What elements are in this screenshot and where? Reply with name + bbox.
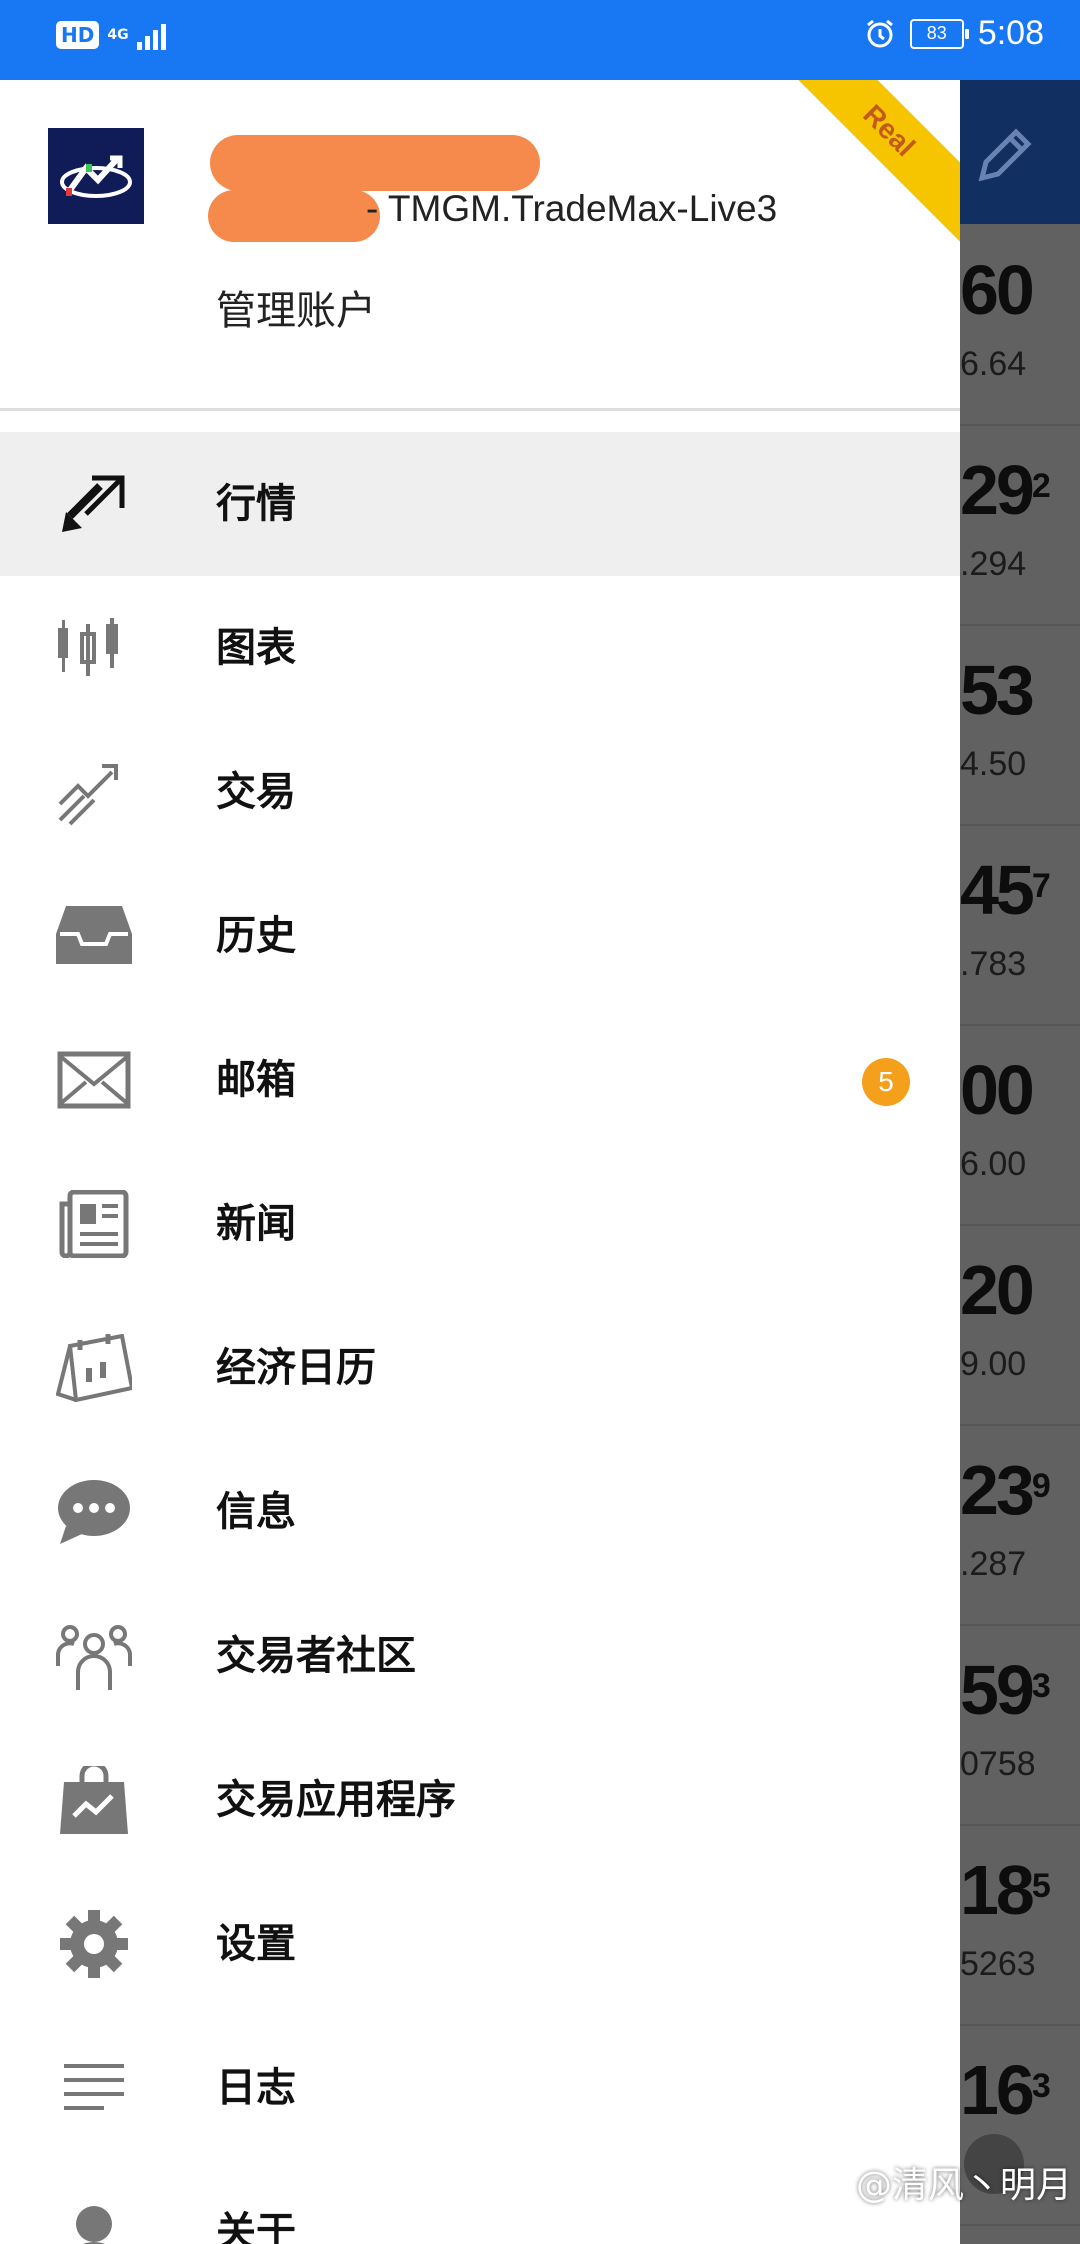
redacted-account-name — [210, 135, 540, 191]
menu-item-label: 交易者社区 — [216, 1633, 416, 1679]
alarm-icon — [866, 19, 893, 47]
community-icon — [56, 1622, 132, 1690]
status-right: 83 5:08 — [864, 14, 1044, 53]
menu-item-gear[interactable]: 设置 — [0, 1872, 960, 2016]
battery-level: 83 — [926, 23, 947, 43]
menu-item-label: 关于 — [216, 2209, 296, 2244]
menu-item-label: 交易应用程序 — [216, 1777, 456, 1823]
menu-item-bag[interactable]: 交易应用程序 — [0, 1728, 960, 1872]
calendar-icon — [55, 1333, 135, 1403]
menu-item-label: 新闻 — [216, 1201, 296, 1247]
drawer-scrim[interactable] — [960, 80, 1080, 2244]
menu-item-label: 历史 — [216, 913, 296, 959]
menu-item-label: 行情 — [216, 481, 296, 527]
mail-icon — [56, 1046, 132, 1114]
manage-accounts-link[interactable]: 管理账户 — [216, 278, 376, 336]
bag-icon — [56, 1761, 132, 1834]
menu-item-label: 图表 — [216, 625, 296, 671]
server-name: - TMGM.TradeMax-Live3 — [366, 188, 778, 229]
broker-logo — [48, 128, 144, 224]
status-left: HD 4G — [56, 20, 166, 50]
redacted-account-number — [208, 190, 380, 242]
status-bar: HD 4G 83 5:08 — [0, 0, 1080, 80]
menu-item-label: 信息 — [216, 1489, 296, 1535]
gear-icon — [56, 1910, 132, 1978]
menu-item-label: 日志 — [216, 2065, 296, 2111]
unread-badge: 5 — [862, 1058, 910, 1106]
menu-item-label: 设置 — [216, 1921, 296, 1967]
menu-item-chart[interactable]: 图表 — [0, 576, 960, 720]
menu-item-chat[interactable]: 信息 — [0, 1440, 960, 1584]
drawer-menu: 行情图表交易历史邮箱 5 新闻经济日历信息交易者社区交易应用程序 设置日志关于 — [0, 432, 960, 2244]
menu-item-calendar[interactable]: 经济日历 — [0, 1296, 960, 1440]
menu-item-trade[interactable]: 交易 — [0, 720, 960, 864]
news-icon — [56, 1189, 132, 1259]
network-type: 4G — [107, 26, 129, 43]
menu-item-news[interactable]: 新闻 — [0, 1152, 960, 1296]
menu-item-label: 交易 — [216, 769, 296, 815]
menu-item-history[interactable]: 历史 — [0, 864, 960, 1008]
about-icon — [56, 2198, 132, 2244]
quotes-icon — [56, 470, 132, 538]
journal-icon — [56, 2054, 132, 2122]
account-header: - TMGM.TradeMax-Live3 管理账户 Real — [0, 80, 960, 411]
clock: 5:08 — [977, 14, 1044, 52]
menu-item-about[interactable]: 关于 — [0, 2160, 960, 2244]
real-ribbon: Real — [790, 80, 960, 250]
hd-icon: HD — [56, 21, 100, 49]
chat-icon — [56, 1478, 132, 1546]
menu-item-quotes[interactable]: 行情 — [0, 432, 960, 576]
menu-item-label: 邮箱 — [216, 1057, 296, 1103]
navigation-drawer: - TMGM.TradeMax-Live3 管理账户 Real 行情图表交易历史… — [0, 80, 960, 2244]
menu-item-label: 经济日历 — [216, 1345, 376, 1391]
trade-icon — [56, 758, 132, 826]
menu-item-community[interactable]: 交易者社区 — [0, 1584, 960, 1728]
menu-item-mail[interactable]: 邮箱 5 — [0, 1008, 960, 1152]
chart-icon — [56, 614, 132, 682]
history-icon — [56, 902, 132, 970]
watermark: @清风丶明月 — [855, 2165, 1072, 2206]
menu-item-journal[interactable]: 日志 — [0, 2016, 960, 2160]
signal-icon — [136, 20, 166, 50]
real-badge: Real — [798, 80, 960, 250]
battery-icon: 83 — [909, 18, 969, 49]
